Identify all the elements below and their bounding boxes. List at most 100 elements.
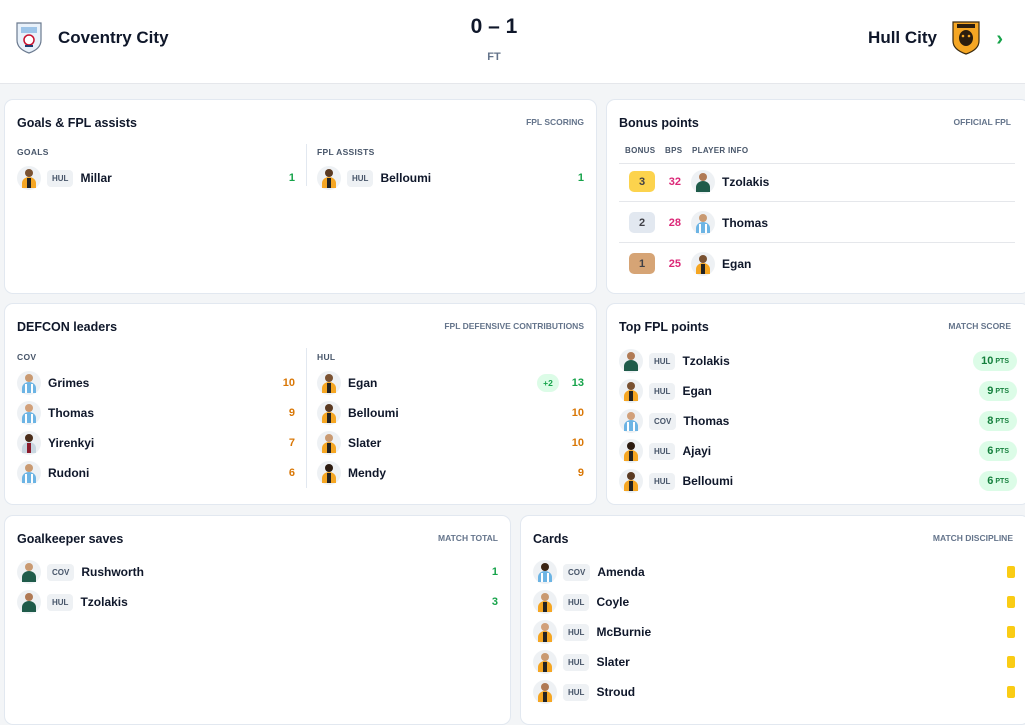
team-tag: COV — [563, 563, 591, 581]
gk-row[interactable]: COV Rushworth — [17, 559, 144, 585]
player-avatar-icon — [533, 590, 557, 614]
defcon-value: 7 — [288, 437, 295, 449]
player-avatar-icon — [619, 349, 643, 373]
player-avatar-icon — [533, 620, 557, 644]
player-avatar-icon — [317, 371, 341, 395]
assist-row[interactable]: HUL Belloumi — [317, 165, 431, 191]
hull-crest-icon — [951, 20, 981, 56]
player-avatar-icon — [17, 166, 41, 190]
player-name: Thomas — [722, 216, 769, 230]
away-team-name: Hull City — [868, 28, 937, 47]
player-avatar-icon — [691, 170, 715, 194]
top-card-subtitle: MATCH SCORE — [948, 321, 1011, 331]
defcon-value: 13 — [571, 377, 584, 389]
chevron-right-icon[interactable]: › — [996, 28, 1003, 51]
top-points-row[interactable]: HUL Belloumi — [619, 468, 733, 494]
player-name: Coyle — [596, 595, 630, 609]
player-name: Slater — [596, 655, 630, 669]
points-value: 8 — [987, 415, 994, 427]
defcon-home-row[interactable]: Grimes — [17, 370, 89, 396]
defcon-home-row[interactable]: Yirenkyi — [17, 430, 94, 456]
away-header: HUL — [317, 352, 336, 362]
top-points-row[interactable]: HUL Ajayi — [619, 438, 711, 464]
player-name: Rushworth — [81, 565, 145, 579]
player-name: Thomas — [683, 414, 730, 428]
match-header: Coventry City 0 – 1 FT Hull City › — [0, 0, 1025, 84]
card-row[interactable]: HUL Coyle — [533, 589, 629, 615]
points-unit: PTS — [995, 447, 1009, 455]
gk-card-title: Goalkeeper saves — [17, 532, 124, 546]
bonus-row[interactable]: Thomas — [691, 210, 768, 236]
points-pill: 8 PTS — [979, 411, 1017, 431]
team-tag: HUL — [563, 653, 590, 671]
defcon-home-row[interactable]: Thomas — [17, 400, 94, 426]
team-tag: HUL — [649, 442, 676, 460]
yellow-card-icon — [1007, 566, 1015, 578]
team-tag: COV — [649, 412, 677, 430]
away-team[interactable]: Hull City — [868, 20, 981, 56]
points-pill: 6 PTS — [979, 471, 1017, 491]
player-name: Thomas — [48, 406, 95, 420]
player-name: Rudoni — [48, 466, 90, 480]
points-pill: 10 PTS — [973, 351, 1017, 371]
goalkeeper-saves-card: Goalkeeper saves MATCH TOTAL COV Rushwor… — [4, 515, 511, 725]
defcon-away-row[interactable]: Belloumi — [317, 400, 399, 426]
team-tag: COV — [47, 563, 75, 581]
top-points-row[interactable]: HUL Tzolakis — [619, 348, 730, 374]
yellow-card-icon — [1007, 656, 1015, 668]
goals-card-title: Goals & FPL assists — [17, 116, 137, 130]
player-avatar-icon — [17, 371, 41, 395]
card-row[interactable]: HUL Slater — [533, 649, 630, 675]
bps-col-header: BPS — [665, 146, 683, 155]
cards-card: Cards MATCH DISCIPLINE COV Amenda HUL Co… — [520, 515, 1025, 725]
assist-count: 1 — [577, 172, 584, 184]
points-pill: 6 PTS — [979, 441, 1017, 461]
player-name: Amenda — [597, 565, 645, 579]
defcon-value: 10 — [282, 377, 295, 389]
top-points-row[interactable]: COV Thomas — [619, 408, 729, 434]
yellow-card-icon — [1007, 596, 1015, 608]
top-points-row[interactable]: HUL Egan — [619, 378, 712, 404]
player-avatar-icon — [533, 680, 557, 704]
defcon-away-row[interactable]: Egan — [317, 370, 377, 396]
card-row[interactable]: HUL McBurnie — [533, 619, 651, 645]
defcon-value: 10 — [571, 407, 584, 419]
divider — [619, 242, 1015, 243]
defcon-home-row[interactable]: Rudoni — [17, 460, 89, 486]
player-name: Belloumi — [682, 474, 734, 488]
team-tag: HUL — [563, 593, 590, 611]
points-unit: PTS — [995, 387, 1009, 395]
player-avatar-icon — [533, 650, 557, 674]
player-name: Slater — [348, 436, 382, 450]
bonus-row[interactable]: Egan — [691, 251, 751, 277]
points-pill: 9 PTS — [979, 381, 1017, 401]
top-card-title: Top FPL points — [619, 320, 709, 334]
gk-row[interactable]: HUL Tzolakis — [17, 589, 128, 615]
player-name: Egan — [348, 376, 378, 390]
defcon-value: 10 — [571, 437, 584, 449]
player-avatar-icon — [619, 409, 643, 433]
card-row[interactable]: COV Amenda — [533, 559, 645, 585]
player-avatar-icon — [619, 439, 643, 463]
team-tag: HUL — [649, 382, 676, 400]
defcon-card: DEFCON leaders FPL DEFENSIVE CONTRIBUTIO… — [4, 303, 597, 505]
gk-card-subtitle: MATCH TOTAL — [438, 533, 498, 543]
team-tag: HUL — [649, 472, 676, 490]
player-avatar-icon — [619, 469, 643, 493]
defcon-away-row[interactable]: Slater — [317, 430, 381, 456]
cards-card-title: Cards — [533, 532, 569, 546]
goal-count: 1 — [288, 172, 295, 184]
goal-row[interactable]: HUL Millar — [17, 165, 112, 191]
bonus-row[interactable]: Tzolakis — [691, 169, 769, 195]
card-row[interactable]: HUL Stroud — [533, 679, 635, 705]
team-tag: HUL — [563, 683, 590, 701]
player-name: Stroud — [596, 685, 636, 699]
player-name: Tzolakis — [80, 595, 128, 609]
goals-card-subtitle: FPL SCORING — [526, 117, 584, 127]
player-name: Belloumi — [348, 406, 399, 420]
match-status: FT — [487, 51, 501, 63]
team-tag: HUL — [47, 593, 74, 611]
defcon-away-row[interactable]: Mendy — [317, 460, 386, 486]
player-name: McBurnie — [596, 625, 652, 639]
bonus-card-subtitle: OFFICIAL FPL — [953, 117, 1011, 127]
